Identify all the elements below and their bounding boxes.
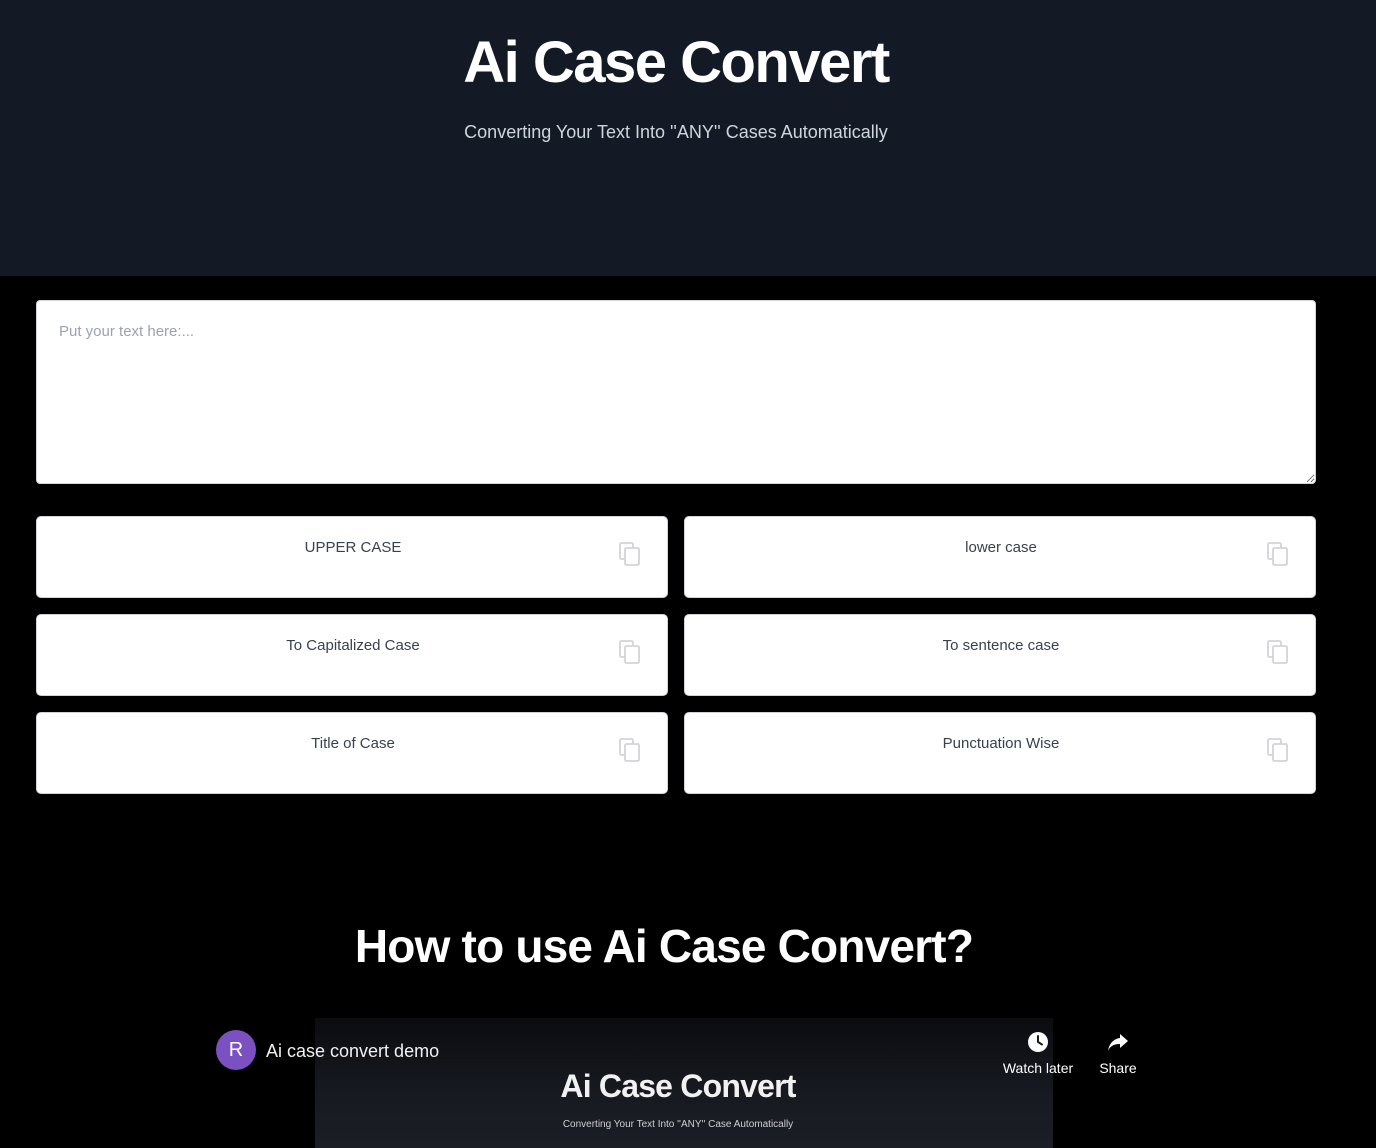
page-title: Ai Case Convert xyxy=(463,30,890,95)
capitalized-case-label: To Capitalized Case xyxy=(286,637,420,654)
copy-icon[interactable] xyxy=(1267,542,1289,566)
watch-later-label: Watch later xyxy=(1002,1060,1074,1076)
copy-icon[interactable] xyxy=(619,640,641,664)
hero-section: Ai Case Convert Converting Your Text Int… xyxy=(0,0,1376,276)
video-thumbnail-subtitle: Converting Your Text Into ''ANY'' Case A… xyxy=(562,1119,794,1130)
capitalized-case-button[interactable]: To Capitalized Case xyxy=(36,614,668,696)
upper-case-label: UPPER CASE xyxy=(304,539,402,556)
share-label: Share xyxy=(1099,1060,1137,1076)
sentence-case-button[interactable]: To sentence case xyxy=(684,614,1316,696)
title-case-label: Title of Case xyxy=(311,735,395,752)
lower-case-button[interactable]: lower case xyxy=(684,516,1316,598)
text-input[interactable] xyxy=(36,300,1316,484)
punctuation-wise-label: Punctuation Wise xyxy=(942,735,1060,752)
copy-icon[interactable] xyxy=(619,738,641,762)
video-thumbnail-title: Ai Case Convert xyxy=(560,1068,796,1104)
watch-later-button[interactable]: Watch later xyxy=(993,1030,1083,1076)
share-arrow-icon xyxy=(1108,1034,1128,1051)
share-button[interactable]: Share xyxy=(1073,1030,1163,1076)
channel-avatar[interactable]: R xyxy=(216,1030,256,1070)
copy-icon[interactable] xyxy=(619,542,641,566)
video-title-link[interactable]: Ai case convert demo xyxy=(266,1040,439,1062)
how-to-heading: How to use Ai Case Convert? xyxy=(354,920,974,972)
page-subtitle: Converting Your Text Into ''ANY'' Cases … xyxy=(464,122,888,142)
video-player[interactable]: Ai Case Convert Converting Your Text Int… xyxy=(315,1018,1053,1148)
title-case-button[interactable]: Title of Case xyxy=(36,712,668,794)
copy-icon[interactable] xyxy=(1267,640,1289,664)
copy-icon[interactable] xyxy=(1267,738,1289,762)
clock-icon xyxy=(1028,1032,1048,1052)
lower-case-label: lower case xyxy=(965,539,1037,556)
punctuation-wise-button[interactable]: Punctuation Wise xyxy=(684,712,1316,794)
upper-case-button[interactable]: UPPER CASE xyxy=(36,516,668,598)
sentence-case-label: To sentence case xyxy=(942,637,1060,654)
